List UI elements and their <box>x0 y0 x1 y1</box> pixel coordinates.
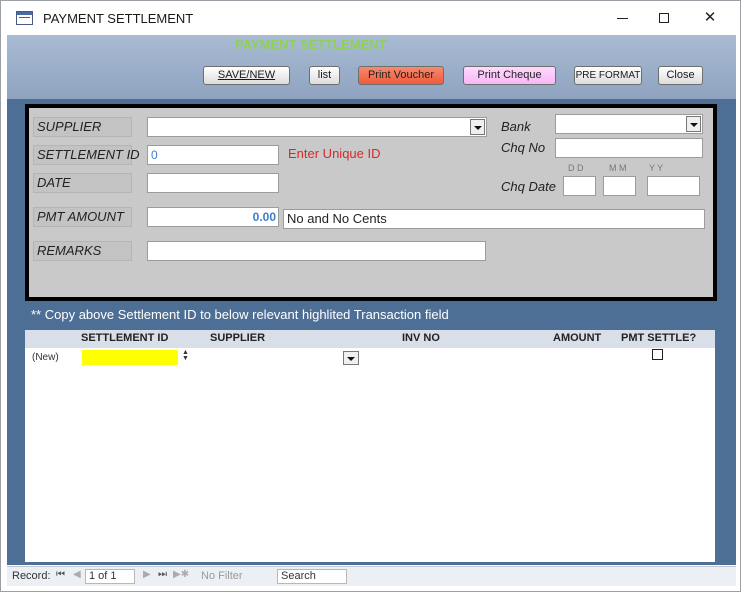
last-record-button[interactable]: ⏭ <box>158 569 167 580</box>
amount-in-words: No and No Cents <box>283 209 705 229</box>
pmt-amount-input[interactable]: 0.00 <box>147 207 279 227</box>
supplier-combo[interactable] <box>147 117 487 137</box>
new-row-label: (New) <box>32 352 59 363</box>
prev-record-button[interactable]: ◀ <box>73 569 81 580</box>
form-icon <box>16 11 33 25</box>
supplier-label: SUPPLIER <box>37 119 102 134</box>
date-input[interactable] <box>147 173 279 193</box>
date-label: DATE <box>37 175 71 190</box>
maximize-icon <box>659 13 669 24</box>
form-body: SUPPLIER SETTLEMENT ID 0 Enter Unique ID… <box>7 99 736 565</box>
title-bar: PAYMENT SETTLEMENT ✕ <box>1 1 740 35</box>
app-window: PAYMENT SETTLEMENT ✕ PAYMENT SETTLEMENT … <box>0 0 741 592</box>
close-button[interactable]: Close <box>658 66 703 85</box>
bank-combo[interactable] <box>555 114 703 134</box>
settlement-id-input[interactable]: 0 <box>147 145 279 165</box>
copy-instruction: ** Copy above Settlement ID to below rel… <box>31 307 449 322</box>
col-supplier: SUPPLIER <box>210 332 266 344</box>
dd-label: D D <box>568 163 584 173</box>
datasheet-header: SETTLEMENT ID SUPPLIER INV NO AMOUNT PMT… <box>25 330 715 348</box>
save-new-button[interactable]: SAVE/NEW <box>203 66 290 85</box>
col-pmt-settle: PMT SETTLE? <box>621 332 697 344</box>
chevron-down-icon[interactable] <box>343 351 359 365</box>
pre-format-button[interactable]: PRE FORMAT <box>574 66 642 85</box>
first-record-button[interactable]: ⏮ <box>56 569 65 580</box>
transaction-datasheet: SETTLEMENT ID SUPPLIER INV NO AMOUNT PMT… <box>25 330 715 562</box>
form-title: PAYMENT SETTLEMENT <box>235 37 387 52</box>
list-button[interactable]: list <box>309 66 340 85</box>
maximize-button[interactable] <box>649 7 679 29</box>
pmt-settle-checkbox[interactable] <box>652 349 663 360</box>
close-window-button[interactable]: ✕ <box>695 7 725 29</box>
record-label: Record: <box>12 570 51 582</box>
col-amount: AMOUNT <box>553 332 602 344</box>
window-title: PAYMENT SETTLEMENT <box>43 11 194 26</box>
new-record-button[interactable]: ▶✱ <box>173 569 189 580</box>
entry-panel: SUPPLIER SETTLEMENT ID 0 Enter Unique ID… <box>25 104 717 301</box>
remarks-input[interactable] <box>147 241 486 261</box>
col-settlement-id: SETTLEMENT ID <box>81 332 169 344</box>
spinner-icon[interactable]: ▲ ▼ <box>180 349 191 365</box>
record-navigator: Record: ⏮ ◀ 1 of 1 ▶ ⏭ ▶✱ No Filter Sear… <box>7 566 736 586</box>
form-header: PAYMENT SETTLEMENT SAVE/NEW list Print V… <box>7 35 736 99</box>
chq-date-dd-input[interactable] <box>563 176 596 196</box>
chq-date-label: Chq Date <box>501 179 556 194</box>
print-voucher-button[interactable]: Print Voucher <box>358 66 444 85</box>
col-inv-no: INV NO <box>402 332 440 344</box>
mm-label: M M <box>609 163 627 173</box>
chevron-down-icon[interactable] <box>686 116 701 132</box>
chq-no-input[interactable] <box>555 138 703 158</box>
settlement-id-label: SETTLEMENT ID <box>37 147 140 162</box>
chq-no-label: Chq No <box>501 140 546 155</box>
no-filter-button[interactable]: No Filter <box>201 570 243 582</box>
remarks-label: REMARKS <box>37 243 102 258</box>
record-number-input[interactable]: 1 of 1 <box>85 569 135 584</box>
yy-label: Y Y <box>649 163 664 173</box>
settlement-id-cell[interactable] <box>82 350 178 365</box>
chevron-down-icon[interactable] <box>470 119 485 135</box>
minimize-button[interactable] <box>607 7 637 29</box>
unique-id-hint: Enter Unique ID <box>288 146 381 161</box>
print-cheque-button[interactable]: Print Cheque <box>463 66 556 85</box>
pmt-amount-label: PMT AMOUNT <box>37 209 124 224</box>
search-input[interactable]: Search <box>277 569 347 584</box>
bank-label: Bank <box>501 119 531 134</box>
chq-date-yy-input[interactable] <box>647 176 700 196</box>
next-record-button[interactable]: ▶ <box>143 569 151 580</box>
minimize-icon <box>616 17 628 19</box>
chq-date-mm-input[interactable] <box>603 176 636 196</box>
